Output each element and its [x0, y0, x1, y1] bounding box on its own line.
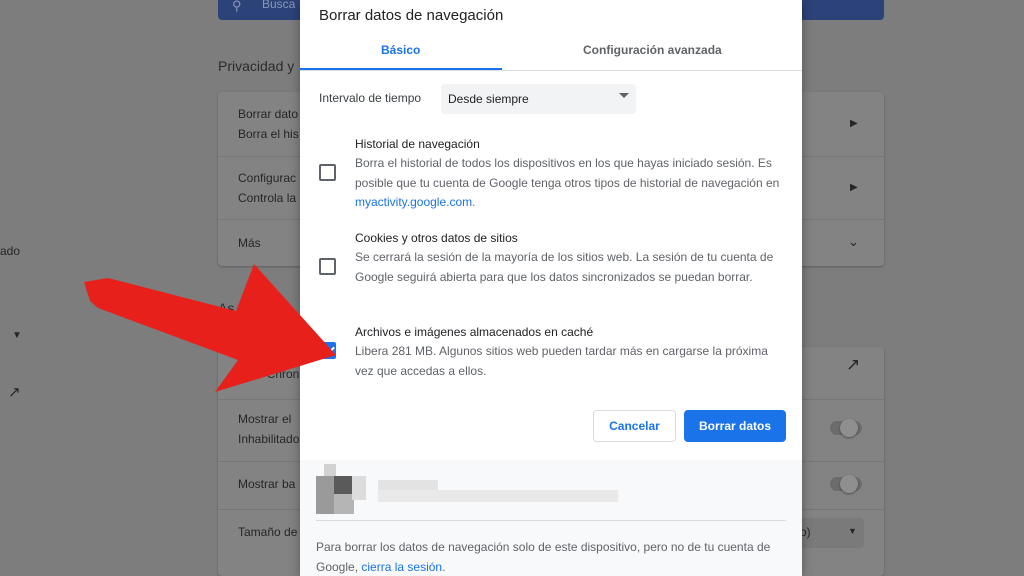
- checkbox-cookies[interactable]: [319, 258, 336, 275]
- cancel-button[interactable]: Cancelar: [593, 410, 676, 442]
- time-range-value: Desde siempre: [448, 92, 529, 106]
- checkbox-browsing-history[interactable]: [319, 164, 336, 181]
- checkbox-cached-files[interactable]: [319, 342, 336, 359]
- avatar: [316, 464, 366, 514]
- show-home-toggle: [830, 419, 862, 437]
- dialog-title: Borrar datos de navegación: [319, 7, 504, 24]
- section-title-appearance: As: [218, 300, 235, 316]
- time-range-label: Intervalo de tiempo: [319, 91, 422, 105]
- left-nav-text: ado: [0, 244, 21, 258]
- tabs-divider: [300, 70, 802, 71]
- clear-data-button[interactable]: Borrar datos: [684, 410, 786, 442]
- browsing-history-desc: Borra el historial de todos los disposit…: [355, 156, 780, 209]
- tab-advanced[interactable]: Configuración avanzada: [583, 43, 722, 57]
- myactivity-link[interactable]: myactivity.google.com: [355, 195, 472, 209]
- external-link-icon: ↗: [846, 355, 861, 374]
- chevron-right-icon: ▶: [850, 182, 858, 193]
- browsing-history-title: Historial de navegación: [355, 137, 480, 151]
- time-range-select[interactable]: Desde siempre: [441, 84, 636, 114]
- sign-out-link[interactable]: cierra la sesión: [361, 560, 442, 574]
- left-nav-external-link-icon: ↗: [8, 384, 21, 401]
- sign-out-notice: Para borrar los datos de navegación solo…: [316, 540, 771, 574]
- chevron-right-icon: ▶: [850, 118, 858, 129]
- dropdown-arrow-icon[interactable]: [619, 93, 629, 98]
- cookies-title: Cookies y otros datos de sitios: [355, 231, 518, 245]
- show-bookmarks-toggle: [830, 475, 862, 493]
- clear-browsing-data-dialog: Borrar datos de navegación Básico Config…: [300, 0, 802, 576]
- tab-basic[interactable]: Básico: [381, 43, 420, 57]
- cached-files-title: Archivos e imágenes almacenados en caché: [355, 325, 594, 339]
- chevron-down-icon: ⌄: [848, 234, 859, 249]
- account-email-redacted: [378, 490, 618, 502]
- cached-files-desc: Libera 281 MB. Algunos sitios web pueden…: [355, 344, 768, 378]
- search-icon: ⚲: [232, 0, 242, 13]
- chevron-down-icon: ▼: [848, 526, 857, 536]
- search-placeholder: Busca: [262, 0, 296, 11]
- left-nav-caret-icon: ▼: [12, 330, 22, 341]
- cookies-desc: Se cerrará la sesión de la mayoría de lo…: [355, 250, 774, 284]
- footer-divider: [316, 520, 786, 521]
- section-title-privacy: Privacidad y: [218, 58, 295, 74]
